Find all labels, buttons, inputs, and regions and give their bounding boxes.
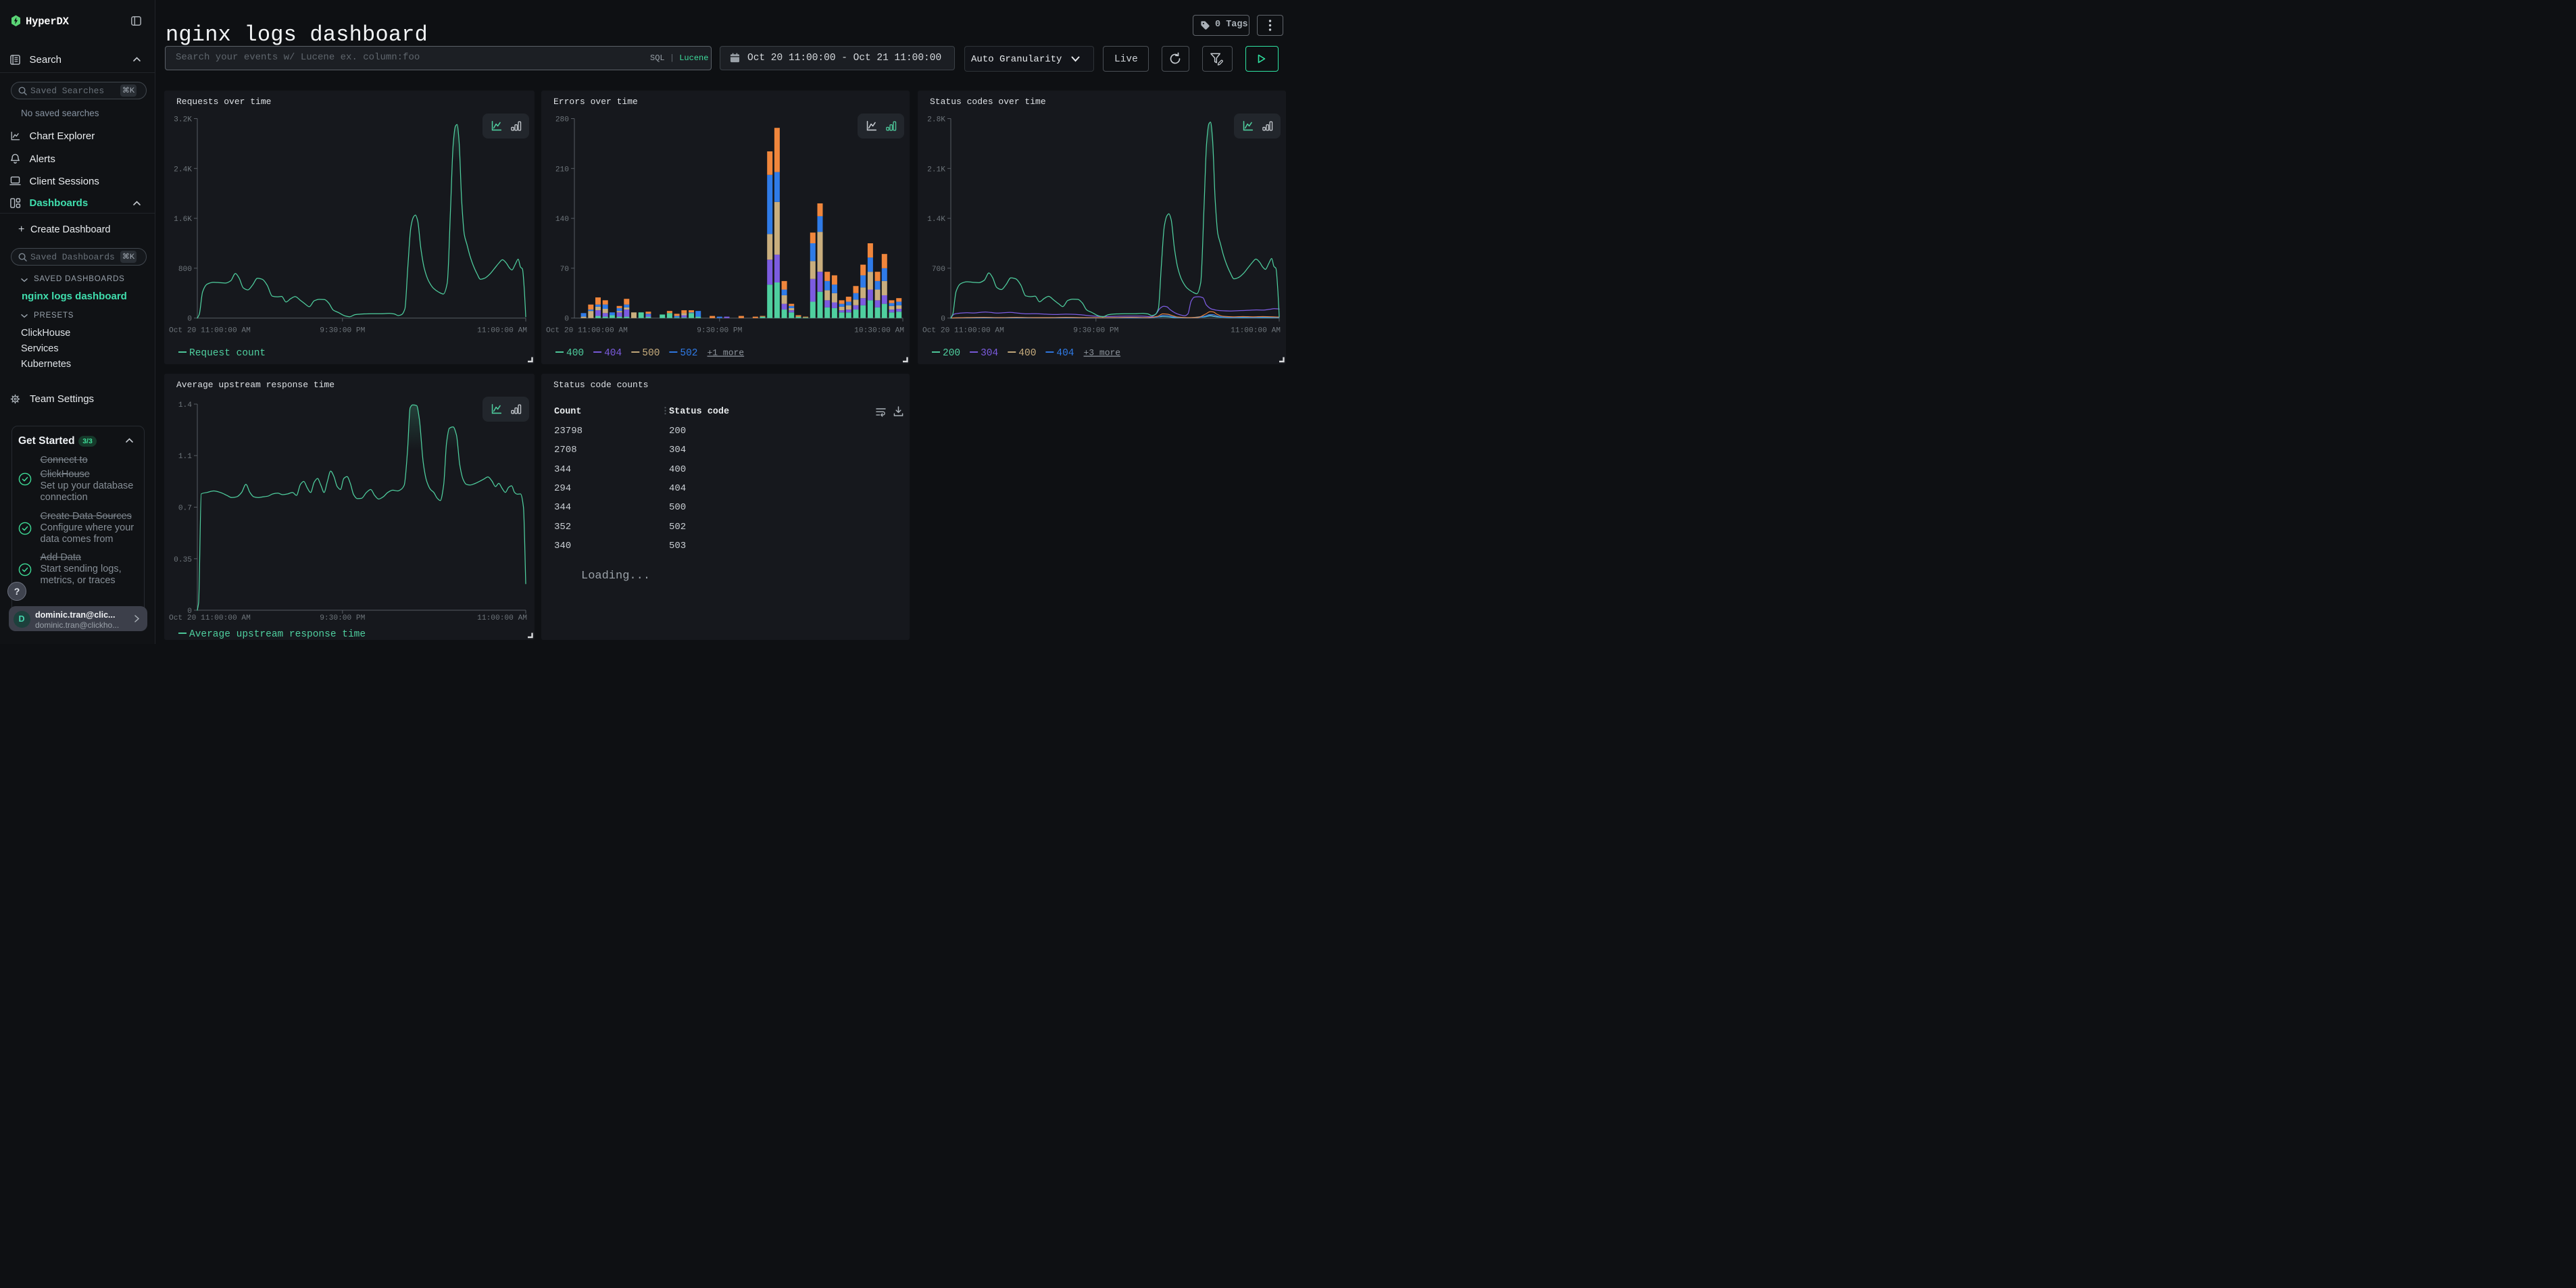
svg-text:9:30:00 PM: 9:30:00 PM [697,327,742,335]
svg-text:404: 404 [604,348,622,359]
svg-text:Average upstream response time: Average upstream response time [189,629,366,640]
svg-text:9:30:00 PM: 9:30:00 PM [320,614,365,622]
svg-text:500: 500 [642,348,660,359]
svg-text:11:00:00 AM: 11:00:00 AM [1231,327,1281,335]
svg-text:70: 70 [560,266,570,274]
svg-text:11:00:00 AM: 11:00:00 AM [477,614,527,622]
svg-text:1.6K: 1.6K [174,216,192,224]
svg-text:1.4: 1.4 [178,401,192,410]
svg-text:200: 200 [943,348,960,359]
svg-text:Oct 20 11:00:00 AM: Oct 20 11:00:00 AM [546,327,628,335]
svg-text:0.35: 0.35 [174,556,192,564]
svg-text:+1 more: +1 more [708,348,745,358]
svg-text:280: 280 [555,116,569,124]
svg-text:Oct 20 11:00:00 AM: Oct 20 11:00:00 AM [922,327,1004,335]
svg-text:210: 210 [555,166,569,174]
svg-text:1.4K: 1.4K [927,216,945,224]
svg-text:140: 140 [555,216,569,224]
svg-text:Request count: Request count [189,348,266,359]
svg-text:+3 more: +3 more [1084,348,1121,358]
svg-text:1.1: 1.1 [178,453,192,461]
svg-text:9:30:00 PM: 9:30:00 PM [320,327,365,335]
svg-text:800: 800 [178,266,192,274]
svg-text:0: 0 [564,316,569,324]
svg-text:0: 0 [187,316,192,324]
svg-text:2.1K: 2.1K [927,166,945,174]
svg-text:400: 400 [1018,348,1036,359]
svg-text:3.2K: 3.2K [174,116,192,124]
svg-text:Oct 20 11:00:00 AM: Oct 20 11:00:00 AM [169,327,251,335]
svg-text:0: 0 [941,316,945,324]
svg-text:2.4K: 2.4K [174,166,192,174]
svg-text:502: 502 [680,348,697,359]
svg-text:11:00:00 AM: 11:00:00 AM [477,327,527,335]
svg-text:2.8K: 2.8K [927,116,945,124]
svg-text:0.7: 0.7 [178,505,192,513]
svg-text:404: 404 [1056,348,1074,359]
svg-text:9:30:00 PM: 9:30:00 PM [1073,327,1118,335]
svg-text:700: 700 [932,266,945,274]
svg-text:Oct 20 11:00:00 AM: Oct 20 11:00:00 AM [169,614,251,622]
svg-text:10:30:00 AM: 10:30:00 AM [854,327,904,335]
svg-text:400: 400 [566,348,584,359]
svg-text:304: 304 [981,348,998,359]
